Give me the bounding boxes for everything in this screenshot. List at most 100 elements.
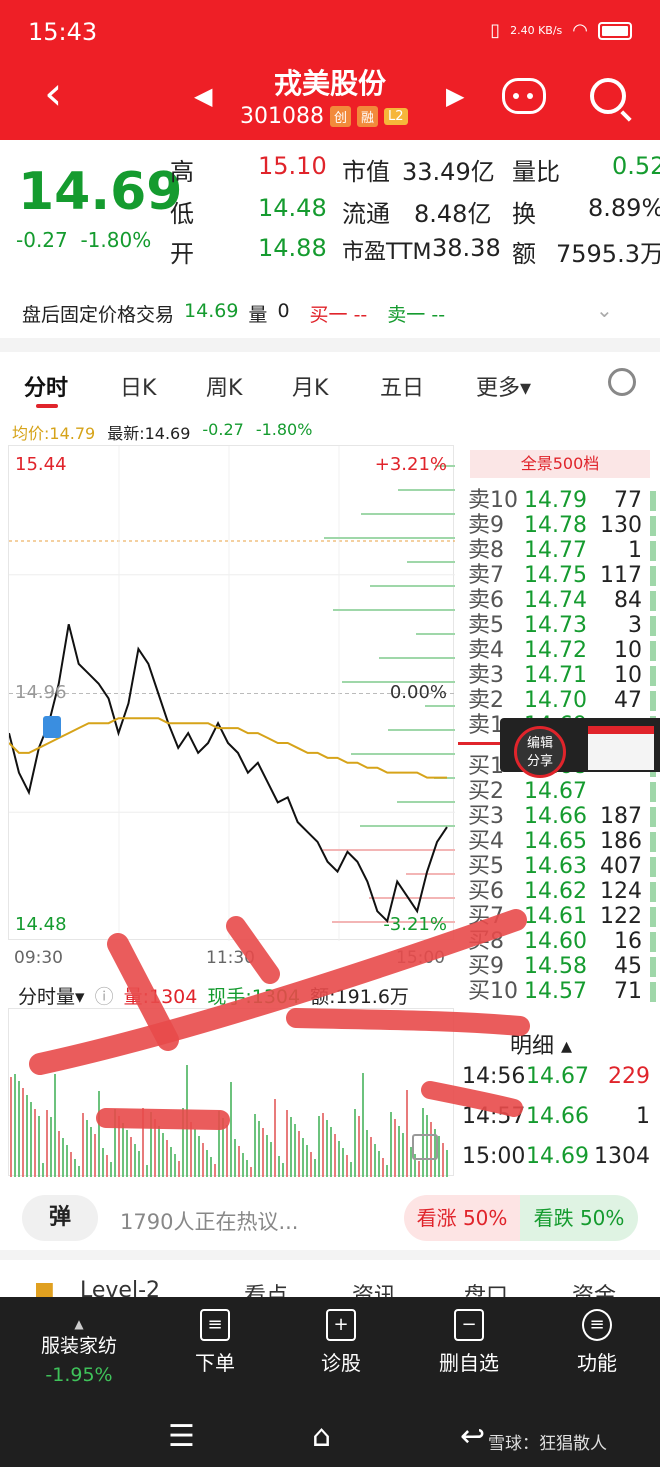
sector-widget[interactable]: ▲ 服装家纺 -1.95% — [24, 1317, 134, 1386]
volume-selector[interactable]: 分时量▾ — [18, 982, 85, 1009]
level-price: 14.57 — [524, 979, 587, 1004]
order-icon: ≡ — [200, 1309, 230, 1341]
level-volume: 186 — [600, 829, 642, 854]
screenshot-thumbnail[interactable] — [588, 726, 654, 770]
level-volume: 130 — [600, 513, 642, 538]
remove-watchlist-button[interactable]: − 删自选 — [424, 1309, 514, 1376]
divider — [0, 1250, 660, 1260]
level-tabs: ■ Level-2 看点 资讯 盘口 资金 — [0, 1266, 660, 1298]
tab-weekly[interactable]: 周K — [206, 370, 242, 402]
back-icon[interactable]: ‹ — [44, 70, 62, 116]
recent-apps-icon[interactable]: ☰ — [168, 1419, 195, 1454]
stock-detail-screen: 15:43 ▯ 2.40 KB/s ◠ ‹ ◀ 戎美股份 ▶ 301088 创 … — [0, 0, 660, 1467]
after-hours-row[interactable]: 盘后固定价格交易 14.69 量 0 买一 -- 卖一 -- — [22, 300, 445, 327]
time-label-noon: 11:30 — [206, 948, 255, 968]
avg-price-line — [8, 717, 447, 779]
level-price: 14.78 — [524, 513, 587, 538]
level-price: 14.66 — [524, 804, 587, 829]
tab-level2[interactable]: Level-2 — [80, 1278, 160, 1298]
price-change: -0.27 -1.80% — [16, 228, 152, 252]
volume-chart — [8, 1008, 454, 1177]
next-stock-icon[interactable]: ▶ — [446, 82, 464, 110]
order-book-row: 买4 14.65 186 — [466, 829, 656, 854]
order-book-row: 卖9 14.78 130 — [466, 513, 656, 538]
tab-handicap[interactable]: 盘口 — [464, 1278, 508, 1298]
level-volume: 124 — [600, 879, 642, 904]
order-book-header[interactable]: 全景500档 — [470, 450, 650, 478]
order-button[interactable]: ≡ 下单 — [170, 1309, 260, 1376]
level-price: 14.67 — [524, 779, 587, 804]
level-price: 14.70 — [524, 688, 587, 713]
search-icon[interactable] — [590, 78, 626, 114]
intraday-chart[interactable]: 15.44 14.96 14.48 +3.21% 0.00% -3.21% — [8, 445, 455, 941]
level-bar — [650, 641, 656, 661]
tab-daily[interactable]: 日K — [120, 370, 156, 402]
tab-monthly[interactable]: 月K — [292, 370, 328, 402]
diagnose-button[interactable]: + 诊股 — [296, 1309, 386, 1376]
level-price: 14.65 — [524, 829, 587, 854]
back-nav-icon[interactable]: ↩ — [460, 1419, 485, 1454]
order-book-row: 买8 14.60 16 — [466, 929, 656, 954]
menu-icon: ≡ — [582, 1309, 612, 1341]
level-bar — [650, 666, 656, 686]
bearish-vote-button[interactable]: 看跌 50% — [520, 1195, 638, 1241]
edit-share-button[interactable]: 编辑 分享 — [514, 726, 566, 778]
level-bar — [650, 982, 656, 1002]
divider — [0, 338, 660, 352]
robot-icon[interactable] — [502, 78, 546, 114]
order-book-row: 卖2 14.70 47 — [466, 688, 656, 713]
level-label: 买9 — [468, 954, 504, 979]
order-book-asks: 卖10 14.79 77 卖9 14.78 130 卖8 14.77 1 卖7 14.75 117 卖6… — [466, 488, 656, 738]
level-bar — [650, 857, 656, 877]
signal-marker — [43, 716, 61, 738]
discussion-entry[interactable]: 1790人正在热议... — [120, 1206, 298, 1236]
danmaku-button[interactable]: 弹 — [22, 1195, 98, 1241]
level-bar — [650, 957, 656, 977]
tag-l2: L2 — [384, 108, 408, 125]
tag-rong: 融 — [357, 106, 379, 127]
fullscreen-icon[interactable] — [412, 1134, 438, 1160]
chevron-up-icon: ▲ — [74, 1317, 84, 1331]
stock-code-row: 301088 创 融 L2 — [240, 104, 408, 129]
details-header[interactable]: 明细 ▴ — [510, 1028, 572, 1060]
home-icon[interactable]: ⌂ — [312, 1419, 331, 1454]
level-price: 14.73 — [524, 613, 587, 638]
order-book-row: 买9 14.58 45 — [466, 954, 656, 979]
tab-five-day[interactable]: 五日 — [380, 370, 424, 402]
tab-highlights[interactable]: 看点 — [244, 1278, 288, 1298]
tab-underline — [36, 404, 58, 408]
level-bar — [650, 832, 656, 852]
tab-funds[interactable]: 资金 — [572, 1278, 616, 1298]
y-mid-label: 14.96 — [15, 682, 67, 703]
level-price: 14.62 — [524, 879, 587, 904]
level-label: 卖2 — [468, 688, 504, 713]
chart-tabs: 分时 日K 周K 月K 五日 更多▾ — [0, 362, 660, 408]
stock-name: 戎美股份 — [273, 67, 386, 100]
level-volume: 10 — [614, 663, 642, 688]
info-icon[interactable]: ⓘ — [95, 982, 114, 1009]
settings-icon[interactable] — [608, 368, 636, 396]
edit-share-popup[interactable]: 编辑 分享 — [500, 718, 660, 778]
level-volume: 77 — [614, 488, 642, 513]
level-price: 14.61 — [524, 904, 587, 929]
network-speed: 2.40 KB/s — [510, 24, 563, 37]
tab-intraday[interactable]: 分时 — [24, 370, 68, 402]
level-price: 14.58 — [524, 954, 587, 979]
level-price: 14.71 — [524, 663, 587, 688]
level-label: 买7 — [468, 904, 504, 929]
level-label: 卖6 — [468, 588, 504, 613]
chevron-down-icon[interactable]: ⌄ — [596, 298, 613, 322]
order-book-row: 卖10 14.79 77 — [466, 488, 656, 513]
functions-button[interactable]: ≡ 功能 — [552, 1309, 642, 1376]
level-label: 买1 — [468, 754, 504, 779]
remove-icon: − — [454, 1309, 484, 1341]
level-volume: 3 — [628, 613, 642, 638]
bullish-vote-button[interactable]: 看涨 50% — [404, 1195, 520, 1241]
vibrate-icon: ▯ — [490, 20, 501, 41]
prev-stock-icon[interactable]: ◀ — [194, 82, 212, 110]
tab-news[interactable]: 资讯 — [352, 1278, 396, 1298]
divider — [0, 1180, 660, 1188]
level-volume: 187 — [600, 804, 642, 829]
time-label-close: 15:00 — [396, 948, 445, 968]
tab-more[interactable]: 更多▾ — [476, 370, 531, 402]
